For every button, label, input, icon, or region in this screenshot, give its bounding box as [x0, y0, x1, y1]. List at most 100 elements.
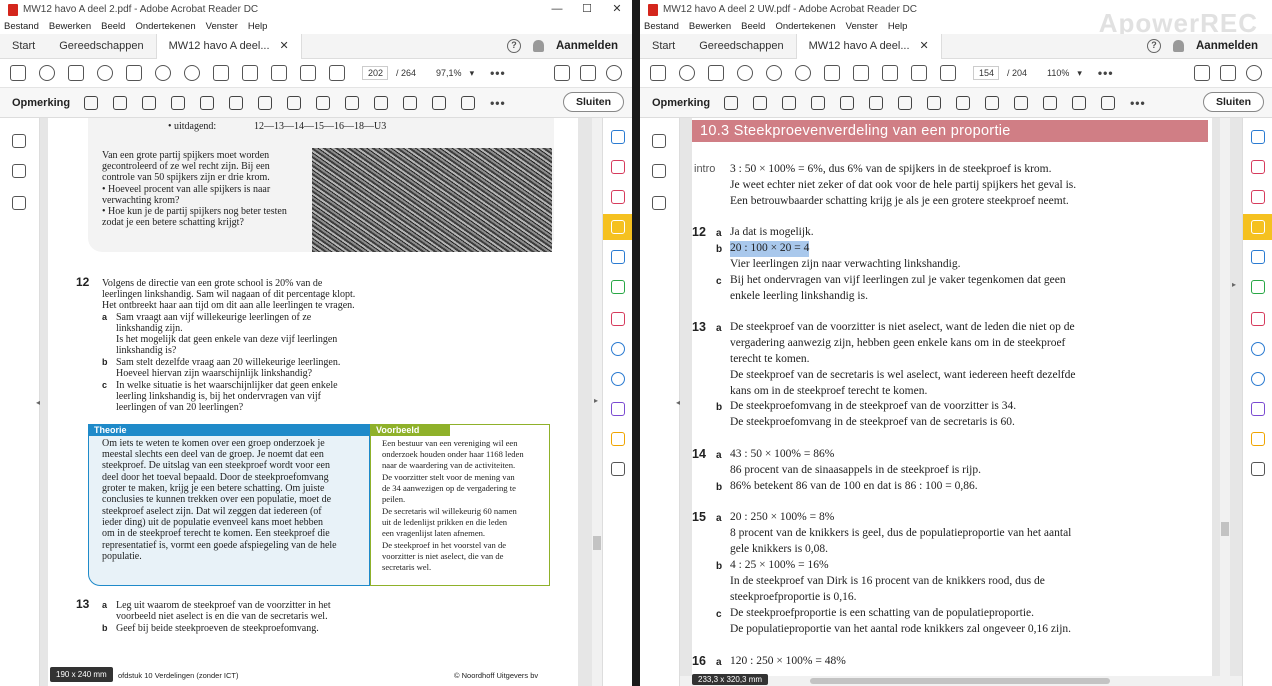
menu-help[interactable]: Help [248, 21, 268, 32]
save-icon[interactable] [650, 65, 666, 81]
read-mode-icon[interactable] [329, 65, 345, 81]
close-window-button[interactable]: ✕ [602, 0, 632, 19]
create-pdf-icon[interactable] [611, 160, 625, 174]
scrollbar-thumb[interactable] [1221, 522, 1229, 536]
collapse-right-icon[interactable]: ▸ [594, 396, 598, 405]
sticky-note-icon[interactable] [724, 95, 739, 110]
menu-bestand[interactable]: Bestand [644, 21, 679, 32]
attach-icon[interactable] [403, 95, 418, 110]
signatures-icon[interactable] [652, 196, 666, 210]
menu-beeld[interactable]: Beeld [741, 21, 765, 32]
line-icon[interactable] [432, 95, 447, 110]
close-tab-icon[interactable]: ✕ [920, 34, 929, 59]
horizontal-scrollbar-thumb[interactable] [810, 678, 1110, 684]
more-tools-rail-icon[interactable] [611, 462, 625, 476]
optimize-icon[interactable] [611, 372, 625, 386]
document-viewer[interactable]: • uitdagend: 12—13—14—15—16—18—U3 Van ee… [40, 118, 602, 686]
save-icon[interactable] [10, 65, 26, 81]
collapse-right-icon[interactable]: ▸ [1232, 280, 1236, 289]
page-thumbnails-icon[interactable] [652, 134, 666, 148]
combine-files-icon[interactable] [1251, 250, 1265, 264]
cut-icon[interactable] [824, 65, 840, 81]
fill-sign-icon[interactable] [611, 312, 625, 326]
add-text-icon[interactable] [898, 95, 913, 110]
page-thumbnails-icon[interactable] [12, 134, 26, 148]
text-box-icon[interactable] [287, 95, 302, 110]
highlight-icon[interactable] [753, 95, 768, 110]
edit-pdf-icon[interactable] [1251, 190, 1265, 204]
add-text-icon[interactable] [258, 95, 273, 110]
vertical-scrollbar[interactable] [1220, 118, 1230, 686]
scrollbar-thumb[interactable] [593, 536, 601, 550]
attachments-icon[interactable] [652, 164, 666, 178]
export-pdf-icon[interactable] [611, 130, 625, 144]
menu-venster[interactable]: Venster [846, 21, 878, 32]
arrow-icon[interactable] [1101, 95, 1116, 110]
paste-icon[interactable] [882, 65, 898, 81]
replace-text-icon[interactable] [840, 95, 855, 110]
create-pdf-icon[interactable] [1251, 160, 1265, 174]
zoom-control[interactable]: 110% ▾ [1043, 68, 1086, 79]
snapshot-icon[interactable] [300, 65, 316, 81]
text-box-icon[interactable] [927, 95, 942, 110]
mail-icon[interactable] [580, 65, 596, 81]
sign-in-button[interactable]: Aanmelden [1196, 40, 1258, 52]
export-pdf-icon[interactable] [1251, 130, 1265, 144]
menu-help[interactable]: Help [888, 21, 908, 32]
sign-in-button[interactable]: Aanmelden [556, 40, 618, 52]
pencil-icon[interactable] [956, 95, 971, 110]
arrow-icon[interactable] [461, 95, 476, 110]
zoom-control[interactable]: 97,1% ▾ [432, 68, 478, 79]
signatures-icon[interactable] [12, 196, 26, 210]
send-for-review-icon[interactable] [611, 432, 625, 446]
menu-bewerken[interactable]: Bewerken [689, 21, 731, 32]
print-icon[interactable] [708, 65, 724, 81]
more-annotations-icon[interactable]: ••• [490, 96, 506, 110]
help-icon[interactable]: ? [1147, 39, 1161, 53]
help-icon[interactable]: ? [507, 39, 521, 53]
snapshot-icon[interactable] [911, 65, 927, 81]
search-icon[interactable] [737, 65, 753, 81]
link-icon[interactable] [554, 65, 570, 81]
request-signature-icon[interactable] [1251, 402, 1265, 416]
add-user-icon[interactable] [606, 65, 622, 81]
comment-icon[interactable] [1251, 220, 1265, 234]
request-signature-icon[interactable] [611, 402, 625, 416]
comment-icon[interactable] [611, 220, 625, 234]
more-annotations-icon[interactable]: ••• [1130, 96, 1146, 110]
read-mode-icon[interactable] [940, 65, 956, 81]
line-icon[interactable] [1072, 95, 1087, 110]
highlighted-answer[interactable]: 20 : 100 × 20 = 4 [730, 241, 810, 257]
menu-ondertekenen[interactable]: Ondertekenen [135, 21, 195, 32]
protect-icon[interactable] [611, 342, 625, 356]
strikethrough-icon[interactable] [171, 95, 186, 110]
organize-pages-icon[interactable] [611, 280, 625, 294]
eraser-icon[interactable] [345, 95, 360, 110]
sticky-note-icon[interactable] [84, 95, 99, 110]
tab-start[interactable]: Start [640, 34, 687, 59]
insert-text-icon[interactable] [869, 95, 884, 110]
bell-icon[interactable] [533, 40, 544, 52]
tab-tools[interactable]: Gereedschappen [687, 34, 795, 59]
copy-icon[interactable] [242, 65, 258, 81]
protect-icon[interactable] [1251, 342, 1265, 356]
upload-icon[interactable] [679, 65, 695, 81]
undo-icon[interactable] [766, 65, 782, 81]
attach-icon[interactable] [1043, 95, 1058, 110]
redo-icon[interactable] [184, 65, 200, 81]
more-tools-icon[interactable]: ••• [490, 66, 506, 80]
page-settings-icon[interactable] [126, 65, 142, 81]
menu-bestand[interactable]: Bestand [4, 21, 39, 32]
upload-icon[interactable] [39, 65, 55, 81]
print-icon[interactable] [68, 65, 84, 81]
menu-beeld[interactable]: Beeld [101, 21, 125, 32]
tab-document[interactable]: MW12 havo A deel... ✕ [795, 33, 942, 59]
fill-sign-icon[interactable] [1251, 312, 1265, 326]
send-for-review-icon[interactable] [1251, 432, 1265, 446]
bell-icon[interactable] [1173, 40, 1184, 52]
combine-files-icon[interactable] [611, 250, 625, 264]
tab-document[interactable]: MW12 havo A deel... ✕ [155, 33, 302, 59]
maximize-button[interactable]: ☐ [572, 0, 602, 19]
undo-icon[interactable] [155, 65, 171, 81]
more-tools-rail-icon[interactable] [1251, 462, 1265, 476]
